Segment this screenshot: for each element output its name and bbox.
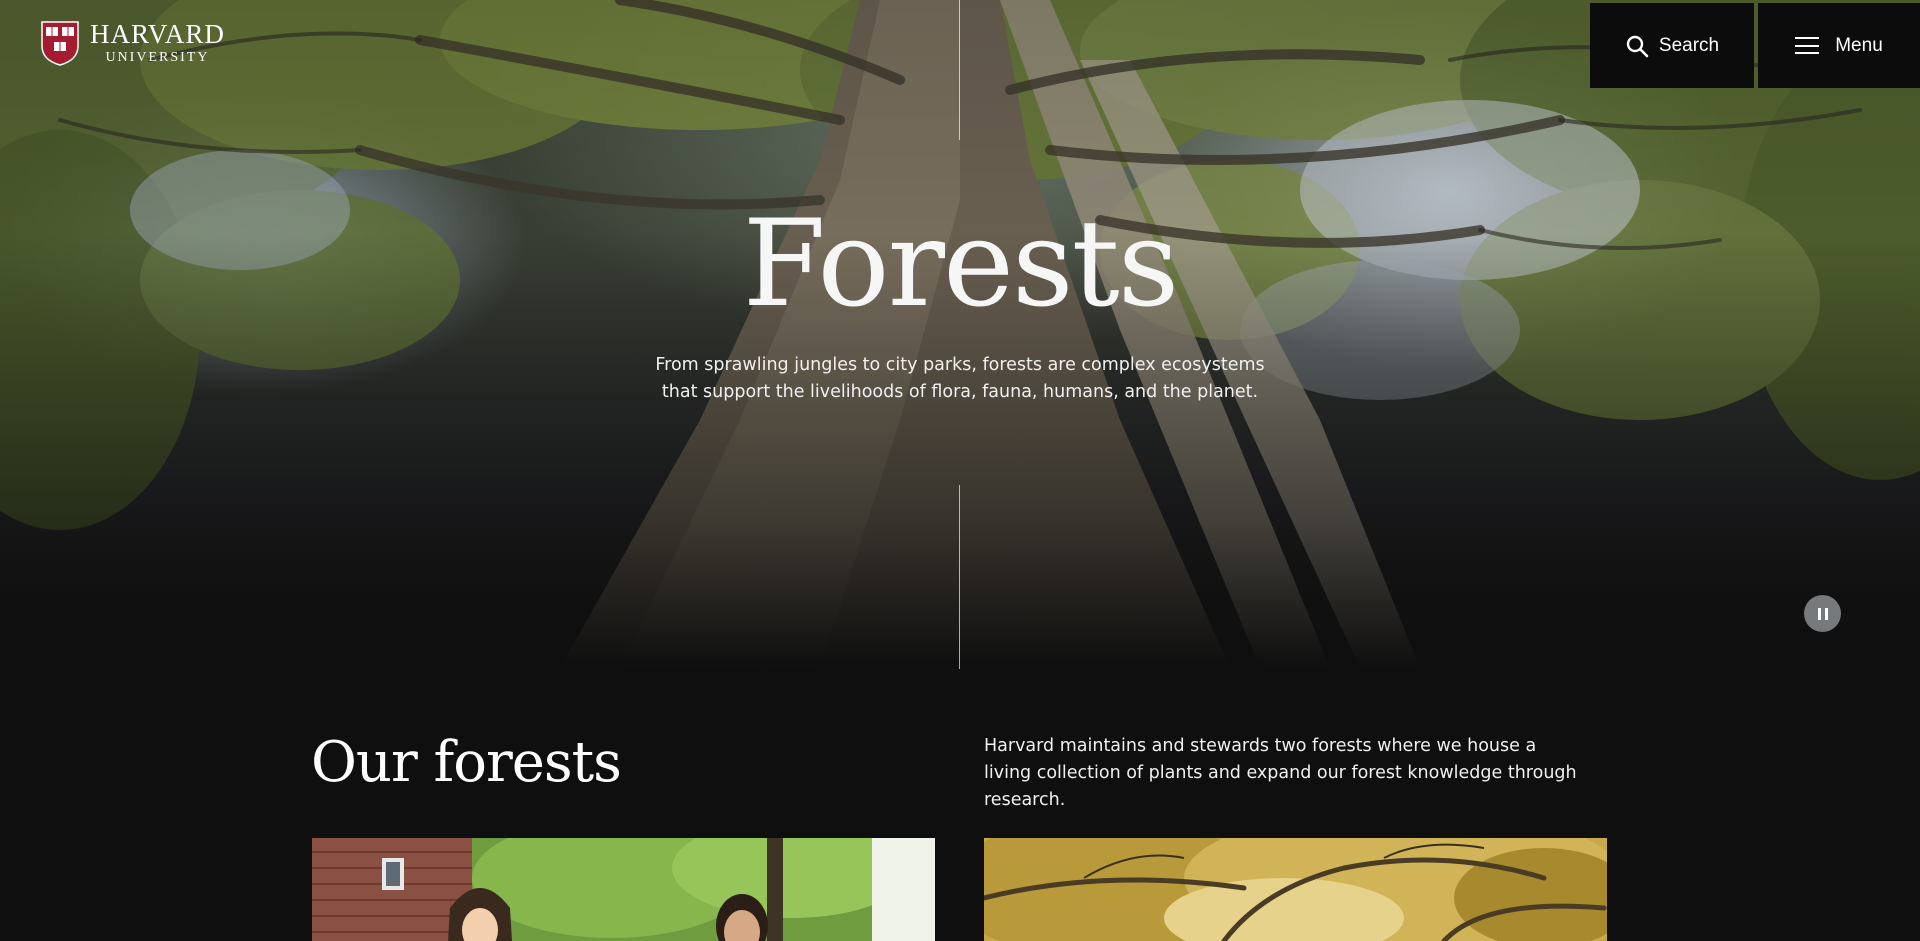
hero-title: Forests — [742, 195, 1180, 334]
arboretum-photo — [984, 838, 1607, 941]
nav-link-5[interactable] — [742, 33, 803, 55]
close-site-search-button[interactable] — [1696, 28, 1732, 62]
toggle-submenu-1[interactable] — [40, 106, 302, 170]
nav-link-2[interactable] — [332, 33, 450, 55]
harvard-forest-card-link[interactable] — [312, 838, 935, 941]
skip-link[interactable] — [1206, 148, 1292, 168]
toggle-submenu-3[interactable] — [40, 284, 244, 348]
nav-link-7[interactable] — [949, 33, 1043, 55]
section-description: Harvard maintains and stewards two fores… — [984, 736, 1577, 810]
hero-divider-top — [959, 0, 960, 140]
section-title: Our forests — [311, 730, 622, 795]
submit-search-button[interactable] — [1648, 28, 1684, 62]
harvard-forest-photo — [312, 838, 935, 941]
arboretum-card-link[interactable] — [984, 838, 1607, 941]
nav-link-1[interactable] — [198, 33, 300, 55]
pause-video-button[interactable] — [1797, 588, 1848, 639]
nav-link-6[interactable] — [836, 33, 916, 55]
nav-link-3[interactable] — [482, 33, 538, 55]
hero-gradient-overlay — [0, 0, 1920, 668]
toggle-submenu-4[interactable] — [40, 374, 148, 438]
toggle-submenu-6[interactable] — [40, 552, 170, 616]
site-search-input[interactable] — [1183, 2, 1591, 88]
harvard-shield-icon — [41, 21, 79, 66]
hero-description: From sprawling jungles to city parks, fo… — [655, 355, 1265, 402]
hero-video-background — [0, 0, 1920, 668]
close-site-navigation-button[interactable] — [1782, 28, 1880, 62]
pause-icon — [1804, 595, 1841, 632]
nav-link-4[interactable] — [572, 33, 710, 55]
toggle-submenu-2[interactable] — [40, 195, 242, 259]
toggle-submenu-5[interactable] — [40, 463, 192, 527]
page: HARVARD UNIVERSITY Search Menu Forests F… — [0, 0, 1920, 941]
hero-divider-bottom — [959, 485, 960, 669]
logo-sub: UNIVERSITY — [105, 50, 210, 65]
search-icon — [1626, 35, 1649, 57]
